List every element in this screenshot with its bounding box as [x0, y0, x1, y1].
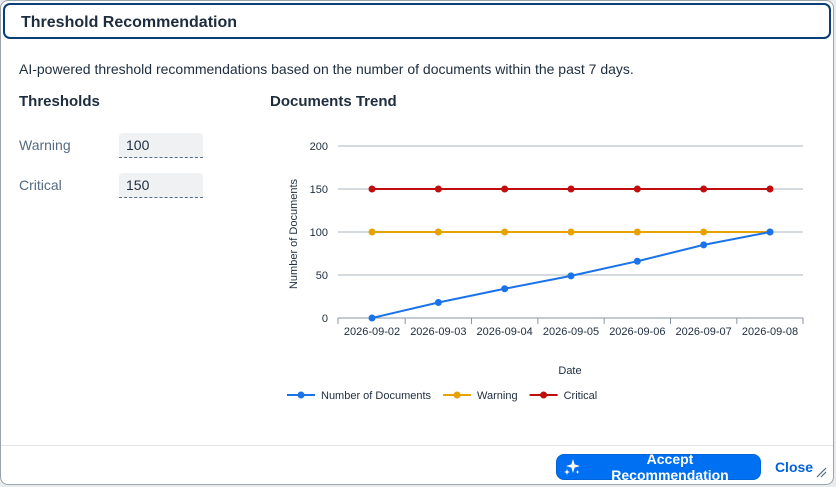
accept-recommendation-label: Accept Recommendation: [611, 451, 729, 483]
data-point-number-of-documents-0: [368, 314, 376, 322]
data-point-warning-2: [501, 228, 509, 236]
data-point-warning-0: [368, 228, 376, 236]
documents-trend-title: Documents Trend: [270, 93, 397, 110]
data-point-warning-4: [633, 228, 641, 236]
x-axis-title: Date: [558, 365, 581, 377]
critical-input[interactable]: [119, 173, 203, 198]
legend-label-warning: Warning: [477, 390, 518, 402]
x-tick-label-2026-09-08: 2026-09-08: [742, 326, 798, 338]
data-point-critical-5: [700, 185, 708, 193]
close-button[interactable]: Close: [769, 454, 819, 480]
critical-label: Critical: [19, 177, 62, 193]
legend-label-number-of-documents: Number of Documents: [321, 390, 432, 402]
data-point-warning-1: [434, 228, 442, 236]
y-tick-label-150: 150: [310, 184, 328, 196]
data-point-warning-5: [700, 228, 708, 236]
data-point-critical-4: [633, 185, 641, 193]
y-tick-label-100: 100: [310, 227, 328, 239]
legend-marker-critical: [540, 391, 548, 399]
x-tick-label-2026-09-07: 2026-09-07: [676, 326, 732, 338]
dialog-description: AI-powered threshold recommendations bas…: [19, 61, 634, 77]
x-tick-label-2026-09-04: 2026-09-04: [477, 326, 533, 338]
data-point-warning-3: [567, 228, 575, 236]
data-point-critical-1: [434, 185, 442, 193]
y-axis-title: Number of Documents: [288, 178, 300, 289]
y-tick-label-50: 50: [316, 270, 328, 282]
data-point-critical-0: [368, 185, 376, 193]
x-tick-label-2026-09-06: 2026-09-06: [609, 326, 665, 338]
data-point-number-of-documents-6: [766, 228, 774, 236]
dialog-title: Threshold Recommendation: [21, 14, 238, 31]
documents-trend-chart: 0 50 100 150 200 2026-09-02 2026-09-03 2026-09-…: [287, 141, 804, 402]
data-point-number-of-documents-1: [434, 299, 442, 307]
data-point-number-of-documents-2: [501, 285, 509, 293]
y-tick-label-0: 0: [322, 313, 328, 325]
sparkle-icon: [563, 458, 581, 476]
y-tick-label-200: 200: [310, 141, 328, 153]
footer-separator: [1, 445, 833, 446]
data-point-number-of-documents-4: [633, 257, 641, 265]
warning-input[interactable]: [119, 133, 203, 158]
data-point-critical-6: [766, 185, 774, 193]
thresholds-title: Thresholds: [19, 93, 100, 110]
data-point-critical-3: [567, 185, 575, 193]
warning-label: Warning: [19, 137, 71, 153]
data-point-number-of-documents-3: [567, 272, 575, 280]
legend-label-critical: Critical: [564, 390, 598, 402]
x-tick-label-2026-09-02: 2026-09-02: [344, 326, 400, 338]
data-point-number-of-documents-5: [700, 241, 708, 249]
legend-marker-warning: [453, 391, 461, 399]
threshold-recommendation-dialog: Threshold Recommendation AI-powered thre…: [0, 0, 834, 485]
x-tick-label-2026-09-03: 2026-09-03: [410, 326, 466, 338]
x-tick-label-2026-09-05: 2026-09-05: [543, 326, 599, 338]
legend-marker-number-of-documents: [297, 391, 305, 399]
accept-recommendation-button[interactable]: Accept Recommendation: [556, 451, 761, 483]
resize-grip-icon[interactable]: [815, 466, 827, 478]
dialog-header: Threshold Recommendation: [3, 3, 831, 39]
data-point-critical-2: [501, 185, 509, 193]
